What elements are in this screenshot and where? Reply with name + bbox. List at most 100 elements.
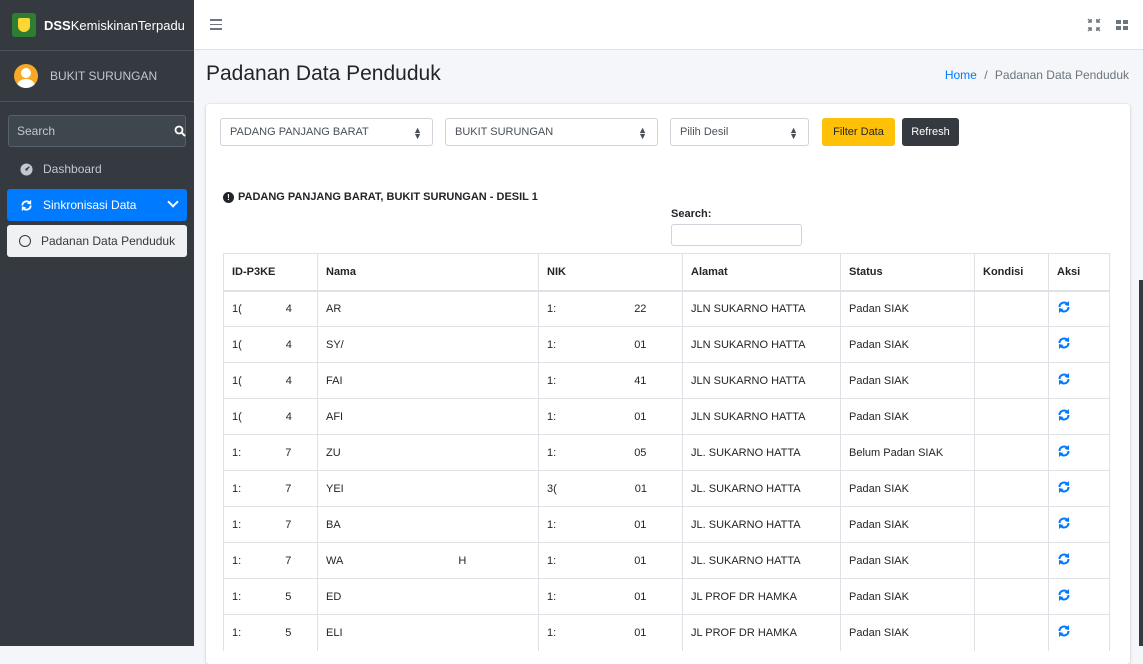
cell-status: Padan SIAK — [840, 290, 975, 327]
filter-data-button[interactable]: Filter Data — [822, 118, 895, 146]
cell-nama: YEI — [317, 470, 539, 507]
sync-action-icon[interactable] — [1057, 552, 1071, 566]
cell-aksi — [1048, 290, 1110, 327]
cell-nik: 1: 01 — [538, 326, 683, 363]
sync-action-icon[interactable] — [1057, 408, 1071, 422]
column-header[interactable]: Aksi — [1048, 253, 1110, 292]
cell-status: Padan SIAK — [840, 578, 975, 615]
cell-aksi — [1048, 470, 1110, 507]
sidebar-search — [8, 115, 186, 147]
column-header[interactable]: ID-P3KE — [223, 253, 318, 292]
cell-nik: 1: 01 — [538, 542, 683, 579]
cell-kondisi — [974, 362, 1049, 399]
table-row: 1: 5 ELI 1: 01 JL PROF DR HAMKA Padan SIAK — [223, 614, 1110, 651]
cell-kondisi — [974, 542, 1049, 579]
column-header[interactable]: Kondisi — [974, 253, 1049, 292]
cell-nik: 1: 41 — [538, 362, 683, 399]
sidebar: DSSKemiskinanTerpadu BUKIT SURUNGAN Dash… — [0, 0, 194, 646]
sync-action-icon[interactable] — [1057, 444, 1071, 458]
table-row: 1(4 AR 1: 22 JLN SUKARNO HATTA Padan SIAK — [223, 290, 1110, 327]
sidebar-item-padanan[interactable]: Padanan Data Penduduk — [7, 225, 187, 257]
apps-grid-icon[interactable] — [1115, 18, 1129, 32]
cell-status: Padan SIAK — [840, 542, 975, 579]
sync-action-icon[interactable] — [1057, 300, 1071, 314]
cell-alamat: JL. SUKARNO HATTA — [682, 470, 841, 507]
cell-nama: BA — [317, 506, 539, 543]
select-arrow-icon: ▲ ▼ — [789, 125, 798, 141]
cell-aksi — [1048, 398, 1110, 435]
column-header[interactable]: Nama — [317, 253, 539, 292]
cell-kondisi — [974, 614, 1049, 651]
sync-action-icon[interactable] — [1057, 336, 1071, 350]
table-row: 1(4 SY/1: 01 JLN SUKARNO HATTA Padan SIAK — [223, 326, 1110, 363]
cell-status: Padan SIAK — [840, 362, 975, 399]
avatar — [14, 64, 38, 88]
search-icon — [174, 125, 186, 137]
cell-aksi — [1048, 614, 1110, 651]
brand-logo-icon — [12, 13, 36, 37]
column-header[interactable]: NIK — [538, 253, 683, 292]
sidebar-item-sinkronisasi[interactable]: Sinkronisasi Data — [7, 189, 187, 221]
menu-toggle-icon[interactable] — [210, 19, 222, 33]
sync-icon — [19, 198, 33, 212]
cell-alamat: JL PROF DR HAMKA — [682, 614, 841, 651]
datatable-search-label: Search: — [671, 208, 712, 220]
info-icon: ! — [223, 191, 234, 203]
cell-status: Padan SIAK — [840, 326, 975, 363]
main-card: PADANG PANJANG BARAT ▲ ▼ BUKIT SURUNGAN ▲… — [206, 104, 1130, 664]
user-panel[interactable]: BUKIT SURUNGAN — [0, 51, 194, 102]
cell-nama: ED — [317, 578, 539, 615]
brand-link[interactable]: DSSKemiskinanTerpadu — [0, 0, 194, 51]
sidebar-item-label: Sinkronisasi Data — [43, 198, 137, 212]
cell-aksi — [1048, 362, 1110, 399]
cell-aksi — [1048, 326, 1110, 363]
cell-alamat: JL. SUKARNO HATTA — [682, 542, 841, 579]
cell-aksi — [1048, 434, 1110, 471]
desil-select-value: Pilih Desil — [680, 126, 729, 138]
table-row: 1: 7 ZU 1: 05 JL. SUKARNO HATTA Belum Padan SI… — [223, 434, 1110, 471]
cell-kondisi — [974, 398, 1049, 435]
breadcrumb-current: Padanan Data Penduduk — [994, 68, 1129, 82]
select-arrow-icon: ▲ ▼ — [638, 125, 647, 141]
kelurahan-select[interactable]: BUKIT SURUNGAN ▲ ▼ — [445, 118, 658, 146]
cell-id: 1: 7 — [223, 542, 318, 579]
refresh-button[interactable]: Refresh — [902, 118, 959, 146]
sync-action-icon[interactable] — [1057, 588, 1071, 602]
cell-kondisi — [974, 326, 1049, 363]
cell-kondisi — [974, 434, 1049, 471]
content-header: Padanan Data Penduduk Home / Padanan Dat… — [206, 62, 1129, 92]
cell-id: 1(4 — [223, 362, 318, 399]
table-row: 1: 7 BA 1: 01 JL. SUKARNO HATTA Padan SIAK — [223, 506, 1110, 543]
cell-aksi — [1048, 578, 1110, 615]
breadcrumb-separator: / — [984, 68, 988, 82]
sync-action-icon[interactable] — [1057, 624, 1071, 638]
cell-nama: ZU — [317, 434, 539, 471]
cell-id: 1(4 — [223, 398, 318, 435]
fullscreen-icon[interactable] — [1087, 18, 1101, 32]
breadcrumb: Home / Padanan Data Penduduk — [945, 68, 1129, 82]
cell-nama: WA H — [317, 542, 539, 579]
cell-alamat: JLN SUKARNO HATTA — [682, 398, 841, 435]
column-header[interactable]: Status — [840, 253, 975, 292]
cell-id: 1: 7 — [223, 470, 318, 507]
sidebar-search-input[interactable] — [9, 116, 174, 146]
cell-alamat: JLN SUKARNO HATTA — [682, 290, 841, 327]
datatable-search-input[interactable] — [671, 224, 802, 246]
sync-action-icon[interactable] — [1057, 372, 1071, 386]
result-info-text: PADANG PANJANG BARAT, BUKIT SURUNGAN - D… — [238, 191, 538, 203]
breadcrumb-home-link[interactable]: Home — [945, 68, 977, 82]
table-row: 1: 5 ED 1: 01 JL PROF DR HAMKA Padan SIAK — [223, 578, 1110, 615]
top-navbar — [194, 0, 1143, 50]
cell-alamat: JLN SUKARNO HATTA — [682, 326, 841, 363]
sidebar-item-dashboard[interactable]: Dashboard — [7, 153, 187, 185]
cell-kondisi — [974, 578, 1049, 615]
sync-action-icon[interactable] — [1057, 480, 1071, 494]
cell-status: Belum Padan SIAK — [840, 434, 975, 471]
kecamatan-select[interactable]: PADANG PANJANG BARAT ▲ ▼ — [220, 118, 433, 146]
cell-status: Padan SIAK — [840, 506, 975, 543]
page-scrollbar[interactable] — [1139, 280, 1143, 646]
column-header[interactable]: Alamat — [682, 253, 841, 292]
desil-select[interactable]: Pilih Desil ▲ ▼ — [670, 118, 809, 146]
search-button[interactable] — [174, 116, 186, 146]
sync-action-icon[interactable] — [1057, 516, 1071, 530]
